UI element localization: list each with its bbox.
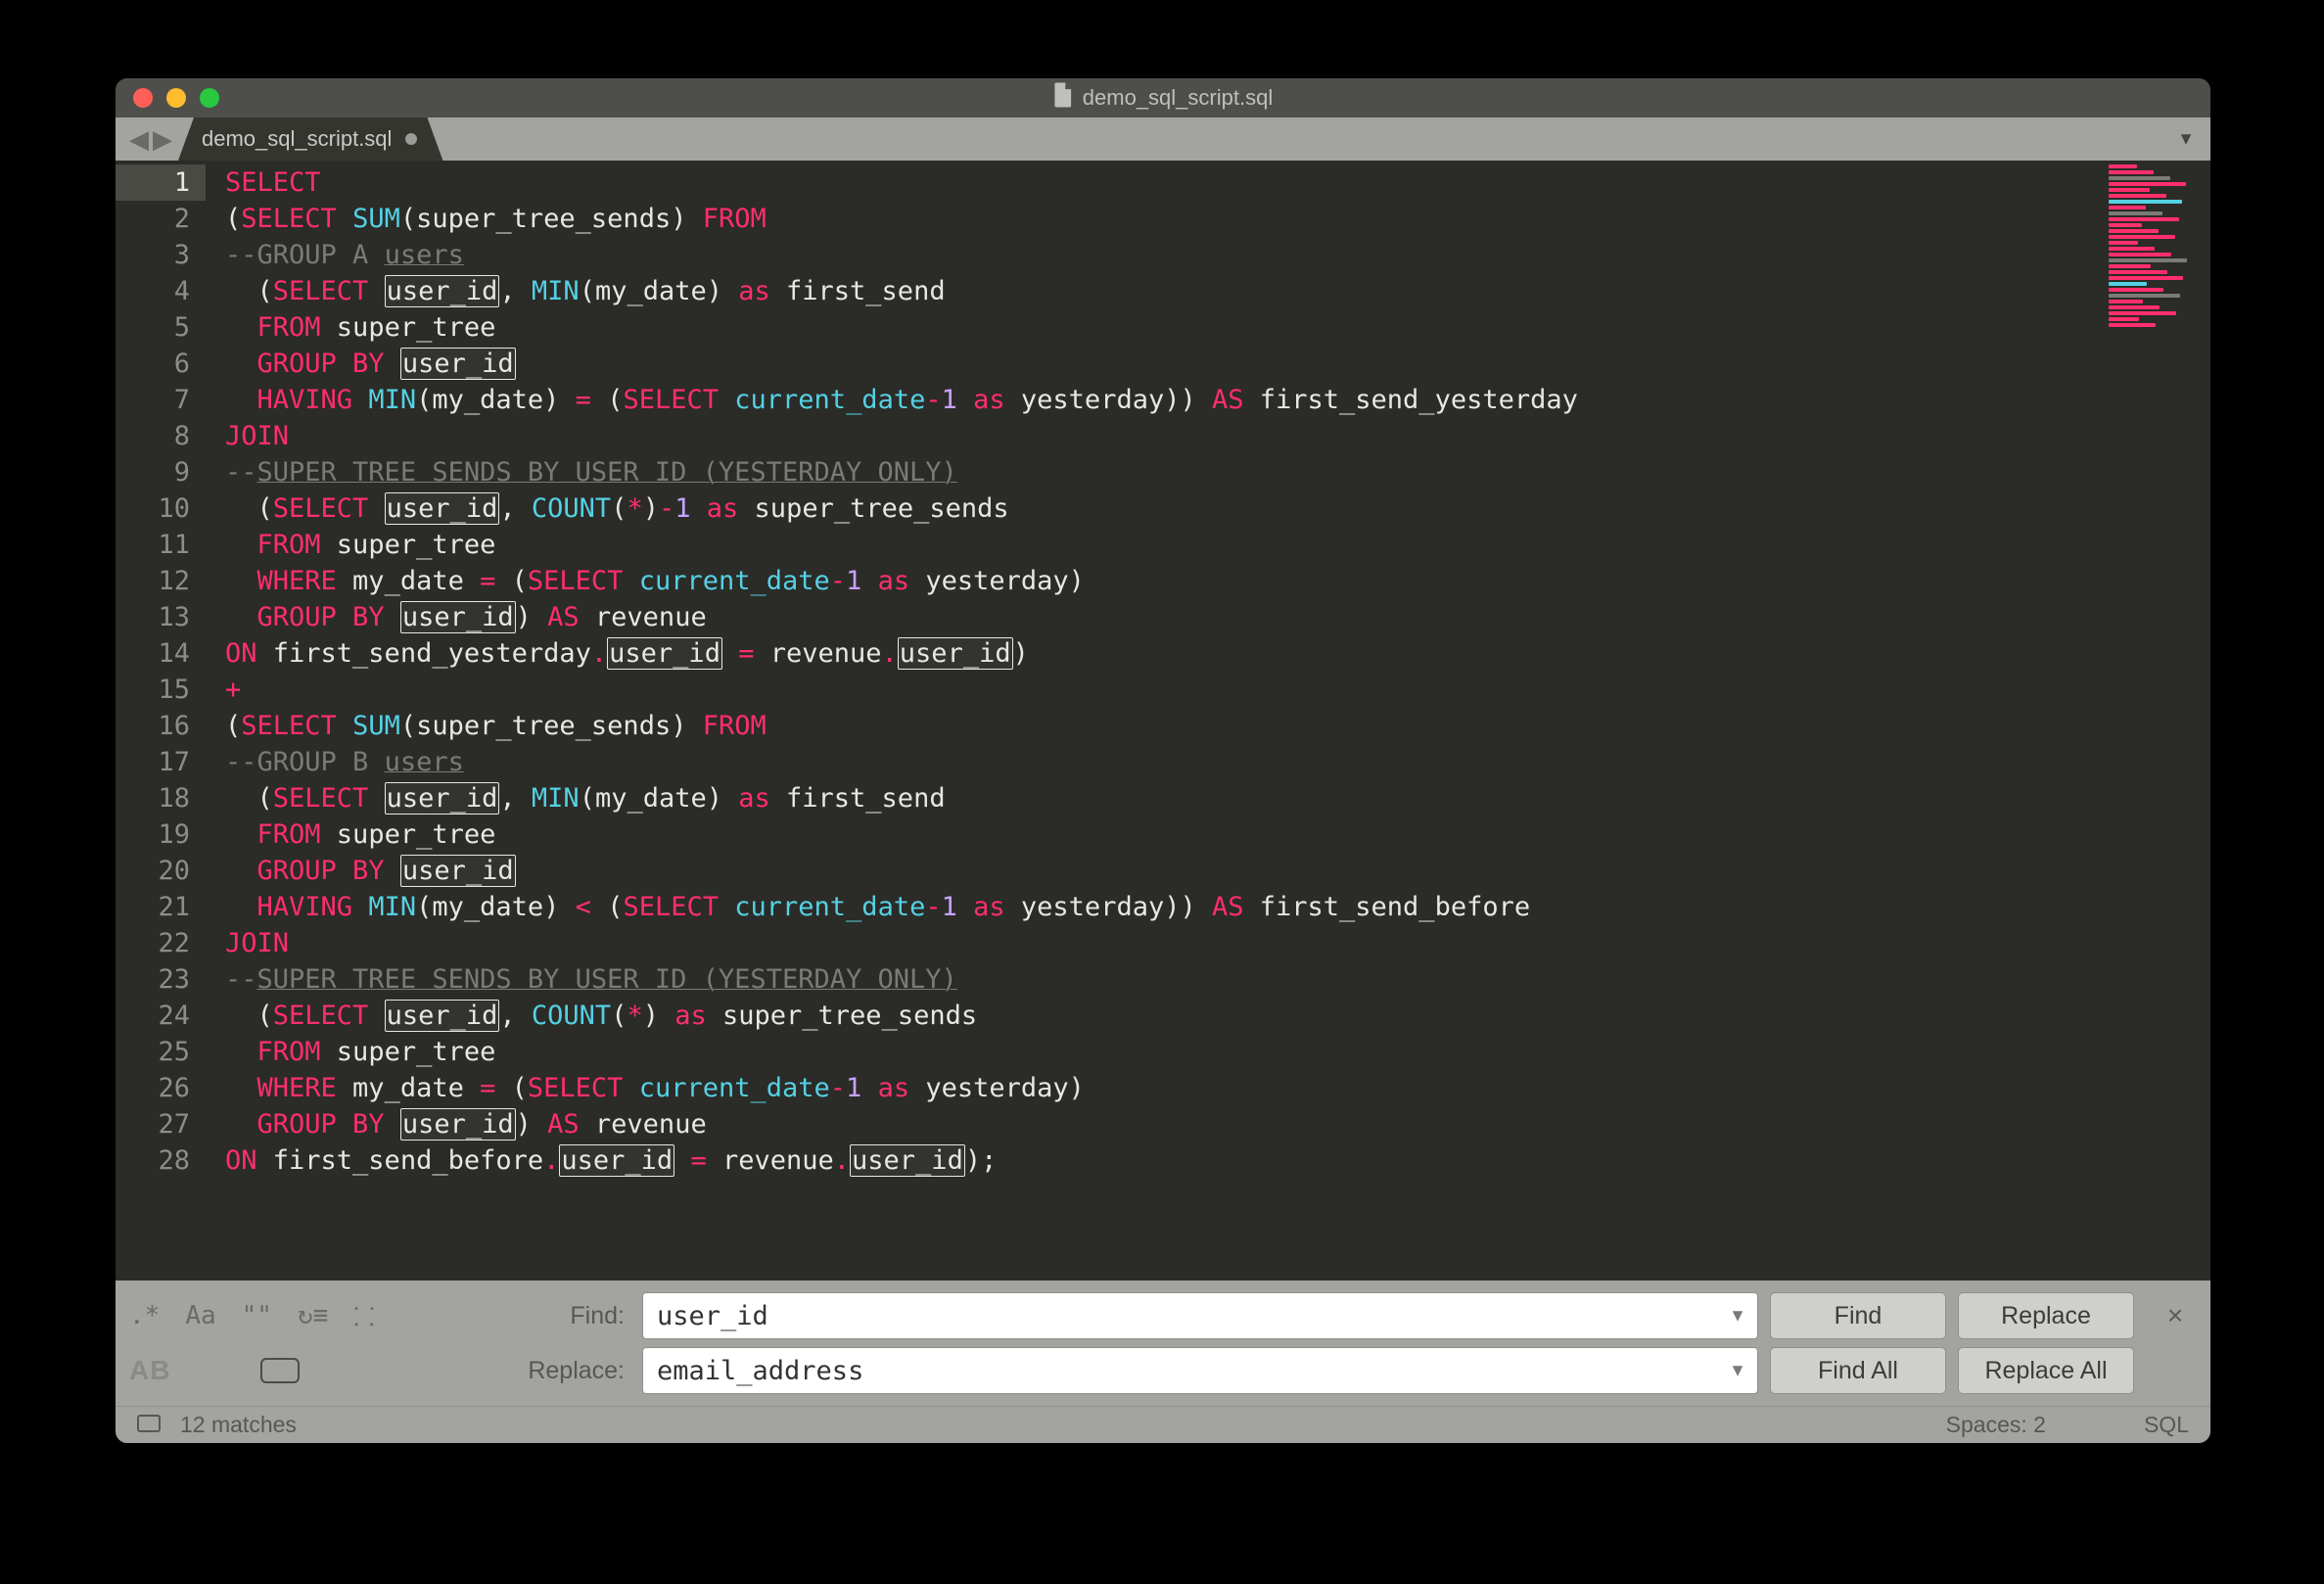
replace-history-dropdown[interactable]: ▼ [1729, 1361, 1746, 1381]
titlebar[interactable]: demo_sql_script.sql [116, 78, 2210, 117]
code-line[interactable]: --GROUP A users [225, 237, 2103, 273]
in-selection-toggle[interactable]: ⸬ [353, 1298, 375, 1333]
preserve-case-toggle[interactable]: AB [129, 1355, 170, 1386]
history-back-button[interactable]: ◀ [129, 126, 149, 152]
highlight-matches-toggle[interactable] [260, 1358, 300, 1383]
code-line[interactable]: SELECT [225, 164, 2103, 201]
wrap-toggle[interactable]: ↻≡ [298, 1301, 328, 1330]
window-title: demo_sql_script.sql [1083, 85, 1273, 111]
code-line[interactable]: JOIN [225, 925, 2103, 961]
code-line[interactable]: FROM super_tree [225, 309, 2103, 346]
code-line[interactable]: GROUP BY user_id [225, 346, 2103, 382]
editor-window: demo_sql_script.sql ◀ ▶ demo_sql_script.… [116, 78, 2210, 1443]
code-line[interactable]: JOIN [225, 418, 2103, 454]
history-forward-button[interactable]: ▶ [153, 126, 172, 152]
tab-label: demo_sql_script.sql [202, 126, 392, 152]
regex-toggle[interactable]: .* [129, 1301, 160, 1330]
find-label: Find: [454, 1302, 630, 1330]
code-line[interactable]: FROM super_tree [225, 527, 2103, 563]
code-line[interactable]: --GROUP B users [225, 744, 2103, 780]
case-sensitive-toggle[interactable]: Aa [185, 1301, 215, 1330]
code-line[interactable]: FROM super_tree [225, 816, 2103, 853]
zoom-window-button[interactable] [200, 88, 219, 108]
close-window-button[interactable] [133, 88, 153, 108]
minimap[interactable] [2103, 161, 2210, 1281]
code-line[interactable]: (SELECT SUM(super_tree_sends) FROM [225, 708, 2103, 744]
code-line[interactable]: (SELECT user_id, MIN(my_date) as first_s… [225, 273, 2103, 309]
code-editor[interactable]: SELECT(SELECT SUM(super_tree_sends) FROM… [206, 161, 2103, 1281]
code-line[interactable]: ON first_send_yesterday.user_id = revenu… [225, 635, 2103, 672]
code-line[interactable]: HAVING MIN(my_date) = (SELECT current_da… [225, 382, 2103, 418]
modified-indicator-icon [405, 133, 417, 145]
code-line[interactable]: (SELECT SUM(super_tree_sends) FROM [225, 201, 2103, 237]
replace-button[interactable]: Replace [1958, 1292, 2134, 1339]
code-line[interactable]: HAVING MIN(my_date) < (SELECT current_da… [225, 889, 2103, 925]
code-line[interactable]: WHERE my_date = (SELECT current_date-1 a… [225, 1070, 2103, 1106]
tab-bar: ◀ ▶ demo_sql_script.sql ▼ [116, 117, 2210, 161]
indentation-status[interactable]: Spaces: 2 [1946, 1412, 2046, 1438]
find-all-button[interactable]: Find All [1770, 1347, 1946, 1394]
replace-input[interactable] [642, 1347, 1758, 1394]
code-line[interactable]: (SELECT user_id, COUNT(*) as super_tree_… [225, 998, 2103, 1034]
find-replace-panel: .* Aa "" ↻≡ ⸬ Find: ▼ Find Replace × AB … [116, 1281, 2210, 1406]
tab-overflow-button[interactable]: ▼ [2177, 129, 2195, 150]
syntax-status[interactable]: SQL [2144, 1412, 2189, 1438]
find-input[interactable] [642, 1292, 1758, 1339]
code-line[interactable]: WHERE my_date = (SELECT current_date-1 a… [225, 563, 2103, 599]
code-line[interactable]: FROM super_tree [225, 1034, 2103, 1070]
code-line[interactable]: (SELECT user_id, MIN(my_date) as first_s… [225, 780, 2103, 816]
tab-demo-sql-script[interactable]: demo_sql_script.sql [178, 117, 442, 161]
code-line[interactable]: + [225, 672, 2103, 708]
code-line[interactable]: GROUP BY user_id) AS revenue [225, 599, 2103, 635]
replace-all-button[interactable]: Replace All [1958, 1347, 2134, 1394]
match-count: 12 matches [180, 1412, 297, 1438]
minimize-window-button[interactable] [166, 88, 186, 108]
code-line[interactable]: ON first_send_before.user_id = revenue.u… [225, 1142, 2103, 1179]
find-button[interactable]: Find [1770, 1292, 1946, 1339]
code-line[interactable]: GROUP BY user_id [225, 853, 2103, 889]
replace-label: Replace: [454, 1357, 630, 1385]
status-bar: 12 matches Spaces: 2 SQL [116, 1406, 2210, 1443]
close-panel-button[interactable]: × [2146, 1300, 2205, 1331]
code-line[interactable]: --SUPER TREE SENDS BY USER ID (YESTERDAY… [225, 961, 2103, 998]
whole-word-toggle[interactable]: "" [242, 1301, 272, 1330]
file-icon [1053, 82, 1073, 114]
code-line[interactable]: --SUPER TREE SENDS BY USER ID (YESTERDAY… [225, 454, 2103, 490]
find-history-dropdown[interactable]: ▼ [1729, 1306, 1746, 1327]
console-icon[interactable] [137, 1412, 161, 1438]
code-line[interactable]: GROUP BY user_id) AS revenue [225, 1106, 2103, 1142]
code-line[interactable]: (SELECT user_id, COUNT(*)-1 as super_tre… [225, 490, 2103, 527]
line-number-gutter[interactable]: 1234567891011121314151617181920212223242… [116, 161, 206, 1281]
